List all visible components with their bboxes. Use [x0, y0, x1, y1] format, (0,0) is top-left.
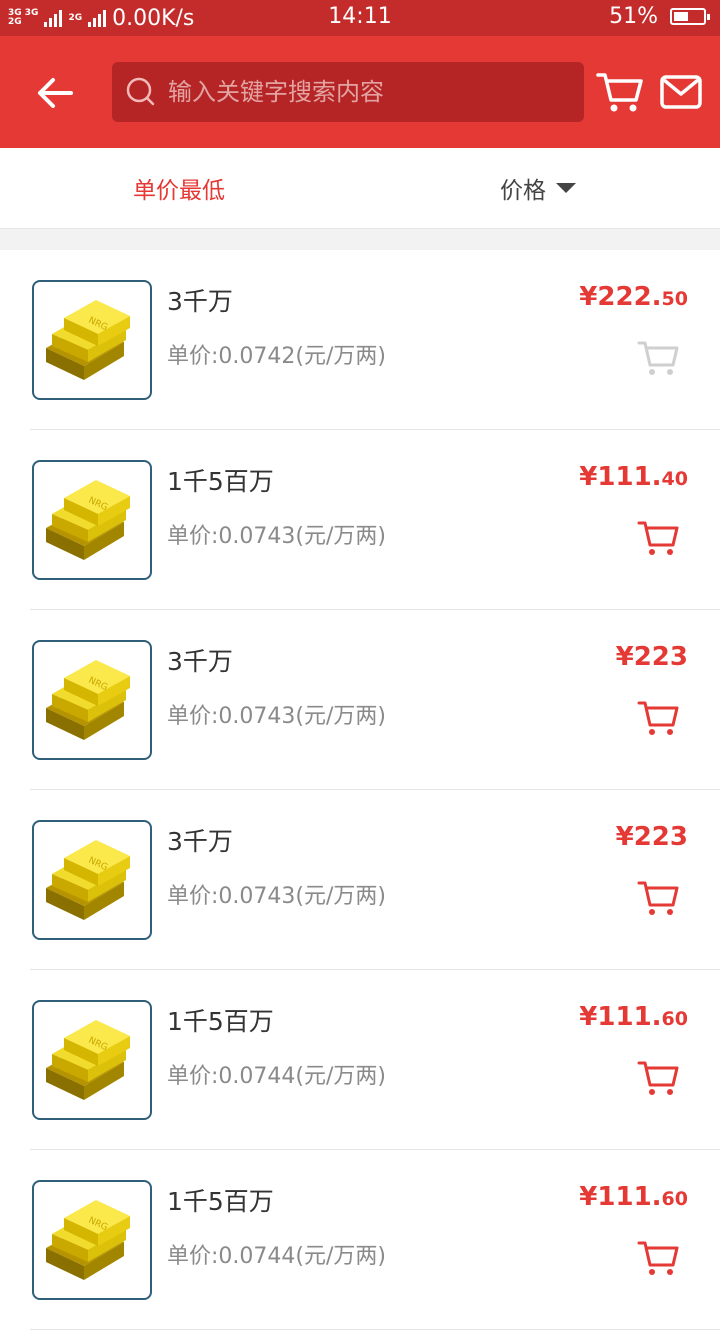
sort-unit-price-label: 单价最低	[133, 178, 225, 204]
item-unit-price: 单价:0.0743(元/万两)	[167, 704, 386, 729]
cart-icon	[637, 1241, 679, 1275]
add-to-cart-button[interactable]	[636, 878, 680, 918]
cart-icon	[637, 521, 679, 555]
item-unit-price: 单价:0.0743(元/万两)	[167, 524, 386, 549]
add-to-cart-button[interactable]	[636, 1238, 680, 1278]
sort-price-label: 价格	[500, 178, 546, 204]
sort-unit-price-lowest[interactable]: 单价最低	[133, 148, 225, 228]
gold-bars-image: NRG	[32, 820, 152, 940]
item-title: 1千5百万	[167, 1187, 274, 1216]
caret-down-icon	[556, 183, 576, 193]
item-price-main: ¥111.	[579, 462, 662, 492]
list-item[interactable]: NRG 3千万 单价:0.0742(元/万两) ¥222.50	[0, 250, 720, 430]
add-to-cart-button[interactable]	[636, 518, 680, 558]
gold-bars-image: NRG	[32, 280, 152, 400]
header-message-button[interactable]	[660, 74, 702, 110]
item-title: 3千万	[167, 287, 233, 316]
cart-icon	[637, 341, 679, 375]
add-to-cart-button[interactable]	[636, 338, 680, 378]
list-item[interactable]: NRG 1千5百万 单价:0.0743(元/万两) ¥111.40	[0, 430, 720, 610]
item-title: 3千万	[167, 647, 233, 676]
gold-bars-image: NRG	[32, 640, 152, 760]
item-title: 3千万	[167, 827, 233, 856]
item-price: ¥111.60	[579, 1182, 688, 1212]
item-title: 1千5百万	[167, 467, 274, 496]
list-item[interactable]: NRG 3千万 单价:0.0743(元/万两) ¥223	[0, 610, 720, 790]
gold-bars-image: NRG	[32, 460, 152, 580]
item-price: ¥111.60	[579, 1002, 688, 1032]
list-item[interactable]: NRG 1千5百万 单价:0.0744(元/万两) ¥111.60	[0, 1150, 720, 1330]
item-price-main: ¥223	[615, 822, 688, 852]
cart-icon	[596, 73, 643, 112]
battery-icon	[670, 8, 710, 25]
status-bar: 3G 3G 2G 2G 0.00K/s 14:11 51%	[0, 0, 720, 36]
item-price-main: ¥111.	[579, 1002, 662, 1032]
add-to-cart-button[interactable]	[636, 1058, 680, 1098]
section-divider	[0, 229, 720, 250]
item-title: 1千5百万	[167, 1007, 274, 1036]
item-unit-price: 单价:0.0744(元/万两)	[167, 1244, 386, 1269]
gold-bars-image: NRG	[32, 1180, 152, 1300]
item-price-main: ¥222.	[579, 282, 662, 312]
cart-icon	[637, 1061, 679, 1095]
item-price-decimal: 60	[661, 1008, 688, 1030]
add-to-cart-button[interactable]	[636, 698, 680, 738]
item-price: ¥223	[616, 642, 688, 672]
item-price-decimal: 40	[661, 468, 688, 490]
sort-price[interactable]: 价格	[500, 148, 576, 228]
item-price: ¥111.40	[579, 462, 688, 492]
item-price: ¥223	[616, 822, 688, 852]
gold-bars-image: NRG	[32, 1000, 152, 1120]
mail-icon	[660, 75, 702, 109]
cart-icon	[637, 881, 679, 915]
item-price-main: ¥111.	[579, 1182, 662, 1212]
product-list: NRG 3千万 单价:0.0742(元/万两) ¥222.50 NRG 1千5百…	[0, 250, 720, 1330]
item-price-decimal: 50	[661, 288, 688, 310]
sort-bar: 单价最低 价格	[0, 148, 720, 229]
item-unit-price: 单价:0.0744(元/万两)	[167, 1064, 386, 1089]
back-button[interactable]	[30, 68, 80, 118]
item-price-main: ¥223	[615, 642, 688, 672]
battery-percent: 51%	[609, 4, 658, 29]
item-price-decimal: 60	[661, 1188, 688, 1210]
list-item[interactable]: NRG 1千5百万 单价:0.0744(元/万两) ¥111.60	[0, 970, 720, 1150]
top-app-bar	[0, 36, 720, 148]
item-unit-price: 单价:0.0743(元/万两)	[167, 884, 386, 909]
search-icon	[126, 77, 156, 107]
search-input[interactable]	[166, 77, 570, 107]
header-cart-button[interactable]	[596, 70, 644, 114]
list-item[interactable]: NRG 3千万 单价:0.0743(元/万两) ¥223	[0, 790, 720, 970]
battery-level-fill	[674, 12, 689, 21]
cart-icon	[637, 701, 679, 735]
back-arrow-icon	[38, 78, 73, 108]
item-unit-price: 单价:0.0742(元/万两)	[167, 344, 386, 369]
search-box[interactable]	[112, 62, 584, 122]
item-price: ¥222.50	[579, 282, 688, 312]
